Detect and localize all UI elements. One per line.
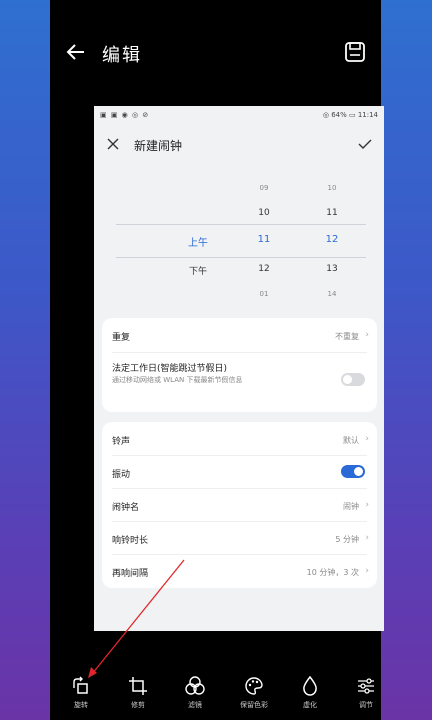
editor-frame: 编辑 ▣ ▣ ◉ ◎ ⊘ ◎ 64% ▭ 11:14 新建闹钟 上午 下午 09… xyxy=(50,0,384,720)
alarm-appbar: 新建闹钟 xyxy=(94,128,384,162)
repeat-label: 重复 xyxy=(112,333,131,343)
chevron-right-icon: › xyxy=(365,434,369,444)
tool-color-keep[interactable]: 保留色彩 xyxy=(232,670,276,710)
alarm-page-title: 新建闹钟 xyxy=(134,139,183,153)
preview-statusbar: ▣ ▣ ◉ ◎ ⊘ ◎ 64% ▭ 11:14 xyxy=(94,106,384,124)
tool-filter[interactable]: 滤镜 xyxy=(173,670,217,710)
tool-adjust[interactable]: 调节 xyxy=(344,670,388,710)
rotate-icon xyxy=(73,676,88,694)
vibrate-label: 振动 xyxy=(112,470,131,480)
alarm-name-row[interactable]: 闹钟名 闹钟 › xyxy=(102,488,377,521)
blur-drop-icon xyxy=(303,676,317,696)
adjust-sliders-icon xyxy=(358,678,374,694)
hour-selected[interactable]: 11 xyxy=(244,234,284,245)
edit-toolbar: 旋转 修剪 滤镜 保留色彩 虚化 调节 xyxy=(50,670,381,720)
time-picker[interactable]: 上午 下午 09 10 11 12 01 10 11 12 13 14 xyxy=(94,176,384,306)
minute-item[interactable]: 13 xyxy=(312,264,352,274)
repeat-row[interactable]: 重复 不重复 › xyxy=(102,318,377,352)
repeat-value: 不重复 xyxy=(335,332,359,341)
status-icons-right: ◎ 64% ▭ 11:14 xyxy=(322,111,378,119)
vibrate-toggle[interactable] xyxy=(341,465,365,478)
close-icon[interactable] xyxy=(106,137,120,151)
ring-duration-label: 响铃时长 xyxy=(112,536,149,546)
ring-duration-value: 5 分钟 xyxy=(335,535,359,544)
picker-line-top xyxy=(116,224,366,225)
ringtone-label: 铃声 xyxy=(112,437,131,447)
editor-title: 编辑 xyxy=(102,45,142,66)
ring-duration-row[interactable]: 响铃时长 5 分钟 › xyxy=(102,521,377,554)
ampm-pm[interactable]: 下午 xyxy=(178,264,218,277)
chevron-right-icon: › xyxy=(365,533,369,543)
minute-selected[interactable]: 12 xyxy=(312,234,352,245)
snooze-interval-row[interactable]: 再响间隔 10 分钟，3 次 › xyxy=(102,554,377,587)
screenshot-preview: ▣ ▣ ◉ ◎ ⊘ ◎ 64% ▭ 11:14 新建闹钟 上午 下午 09 10… xyxy=(94,106,384,631)
tool-label: 调节 xyxy=(359,701,373,709)
hour-item[interactable]: 10 xyxy=(244,208,284,218)
hour-item[interactable]: 09 xyxy=(244,184,284,192)
alarm-name-value: 闹钟 xyxy=(343,502,359,511)
chevron-right-icon: › xyxy=(365,330,369,340)
hour-item[interactable]: 01 xyxy=(244,290,284,298)
snooze-interval-label: 再响间隔 xyxy=(112,569,149,579)
workday-row[interactable]: 法定工作日(智能跳过节假日) 通过移动网络或 WLAN 下载最新节假信息 xyxy=(102,353,377,411)
ampm-am[interactable]: 上午 xyxy=(178,234,218,249)
tool-label: 保留色彩 xyxy=(240,701,268,709)
workday-label: 法定工作日(智能跳过节假日) xyxy=(112,364,228,374)
tool-label: 虚化 xyxy=(303,701,317,709)
ringtone-row[interactable]: 铃声 默认 › xyxy=(102,422,377,455)
palette-icon xyxy=(245,677,263,695)
tool-label: 滤镜 xyxy=(188,701,202,709)
alarm-settings-card: 铃声 默认 › 振动 闹钟名 闹钟 › 响铃时长 5 分钟 › 再响间隔 10 … xyxy=(102,422,377,588)
alarm-name-label: 闹钟名 xyxy=(112,503,140,513)
editor-topbar: 编辑 xyxy=(50,30,381,74)
minute-item[interactable]: 14 xyxy=(312,290,352,298)
chevron-right-icon: › xyxy=(365,500,369,510)
minute-item[interactable]: 10 xyxy=(312,184,352,192)
save-icon[interactable] xyxy=(343,40,367,64)
workday-subtitle: 通过移动网络或 WLAN 下载最新节假信息 xyxy=(112,376,243,384)
chevron-right-icon: › xyxy=(365,566,369,576)
tool-blur[interactable]: 虚化 xyxy=(288,670,332,710)
tool-crop[interactable]: 修剪 xyxy=(116,670,160,710)
tool-label: 旋转 xyxy=(74,701,88,709)
filter-icon xyxy=(185,676,205,695)
repeat-card: 重复 不重复 › 法定工作日(智能跳过节假日) 通过移动网络或 WLAN 下载最… xyxy=(102,318,377,412)
status-icons-left: ▣ ▣ ◉ ◎ ⊘ xyxy=(100,111,150,119)
vibrate-row[interactable]: 振动 xyxy=(102,455,377,488)
tool-rotate[interactable]: 旋转 xyxy=(59,670,103,710)
workday-toggle[interactable] xyxy=(341,373,365,386)
check-icon[interactable] xyxy=(358,137,372,151)
back-arrow-icon[interactable] xyxy=(64,40,88,64)
minute-item[interactable]: 11 xyxy=(312,208,352,218)
crop-icon xyxy=(129,677,147,695)
ringtone-value: 默认 xyxy=(343,436,359,445)
hour-item[interactable]: 12 xyxy=(244,264,284,274)
snooze-interval-value: 10 分钟，3 次 xyxy=(306,568,359,577)
picker-line-bottom xyxy=(116,257,366,258)
tool-label: 修剪 xyxy=(131,701,145,709)
